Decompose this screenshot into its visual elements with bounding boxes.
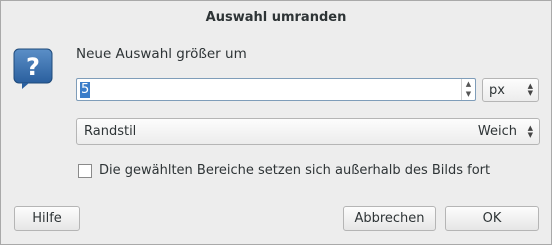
border-style-label: Randstil: [84, 124, 137, 139]
unit-select[interactable]: px ▲ ▼: [482, 78, 539, 102]
spin-up-icon[interactable]: ▲: [462, 79, 475, 89]
updown-arrows-icon: ▲ ▼: [527, 82, 533, 97]
cancel-button[interactable]: Abbrechen: [343, 206, 436, 231]
updown-arrows-icon: ▲ ▼: [527, 124, 533, 139]
checkbox-box[interactable]: [78, 163, 92, 178]
edge-lock-checkbox[interactable]: Die gewählten Bereiche setzen sich außer…: [78, 163, 490, 178]
unit-value: px: [489, 83, 505, 98]
svg-text:?: ?: [26, 53, 40, 81]
question-icon: ?: [13, 48, 53, 89]
grow-amount-spinbutton[interactable]: 5 ▲ ▼: [76, 78, 476, 101]
window-title: Auswahl umranden: [205, 10, 347, 25]
dialog-window: Auswahl umranden ? Neue Auswahl größer u…: [0, 0, 552, 245]
ok-button[interactable]: OK: [445, 206, 539, 231]
help-button[interactable]: Hilfe: [14, 206, 80, 231]
edge-lock-label: Die gewählten Bereiche setzen sich außer…: [99, 163, 491, 178]
grow-prompt-label: Neue Auswahl größer um: [76, 46, 247, 62]
grow-amount-value[interactable]: 5: [80, 82, 91, 98]
spin-down-icon[interactable]: ▼: [462, 89, 475, 99]
border-style-select[interactable]: Randstil Weich ▲ ▼: [76, 118, 540, 145]
spin-arrows[interactable]: ▲ ▼: [461, 79, 475, 100]
border-style-value: Weich: [477, 124, 517, 139]
